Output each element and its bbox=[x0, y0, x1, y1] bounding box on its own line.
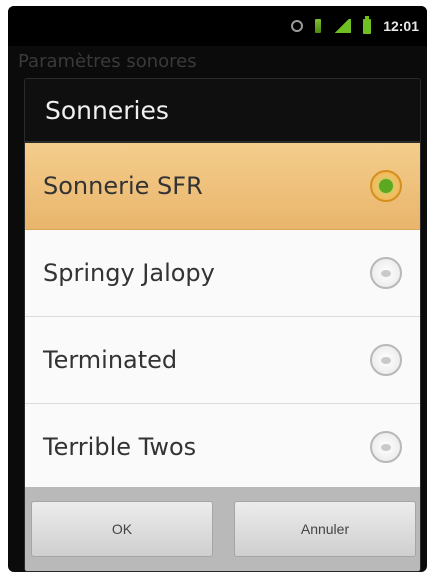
ringtone-option[interactable]: Springy Jalopy bbox=[25, 230, 420, 317]
phone-screen: 12:01 Paramètres sonores Sonneries Sonne… bbox=[8, 6, 427, 572]
radio-button[interactable] bbox=[370, 344, 402, 376]
background-page-title: Paramètres sonores bbox=[18, 51, 197, 72]
ok-button[interactable]: OK bbox=[31, 501, 213, 557]
status-icons: 12:01 bbox=[291, 15, 419, 35]
dialog-button-bar: OK Annuler bbox=[25, 487, 420, 571]
radio-button-selected[interactable] bbox=[370, 170, 402, 202]
signal-icon bbox=[333, 19, 352, 33]
radio-button[interactable] bbox=[370, 257, 402, 289]
ringtone-option-label: Terrible Twos bbox=[43, 433, 197, 461]
ringtone-option[interactable]: Sonnerie SFR bbox=[25, 143, 420, 230]
sync-icon bbox=[291, 20, 304, 32]
battery-icon bbox=[363, 15, 372, 34]
dialog-header: Sonneries bbox=[25, 79, 420, 143]
wifi-icon bbox=[315, 19, 322, 33]
cancel-button[interactable]: Annuler bbox=[234, 501, 416, 557]
ringtone-list: Sonnerie SFR Springy Jalopy Terminated T… bbox=[25, 143, 420, 491]
ringtone-option-label: Sonnerie SFR bbox=[43, 172, 203, 200]
ringtone-dialog: Sonneries Sonnerie SFR Springy Jalopy Te… bbox=[24, 78, 421, 572]
dialog-title: Sonneries bbox=[45, 95, 169, 125]
ringtone-option-label: Springy Jalopy bbox=[43, 259, 215, 287]
status-clock: 12:01 bbox=[383, 18, 419, 34]
ringtone-option-label: Terminated bbox=[43, 346, 178, 374]
status-bar: 12:01 bbox=[8, 6, 427, 46]
ringtone-option[interactable]: Terrible Twos bbox=[25, 404, 420, 491]
ringtone-option[interactable]: Terminated bbox=[25, 317, 420, 404]
radio-button[interactable] bbox=[370, 431, 402, 463]
